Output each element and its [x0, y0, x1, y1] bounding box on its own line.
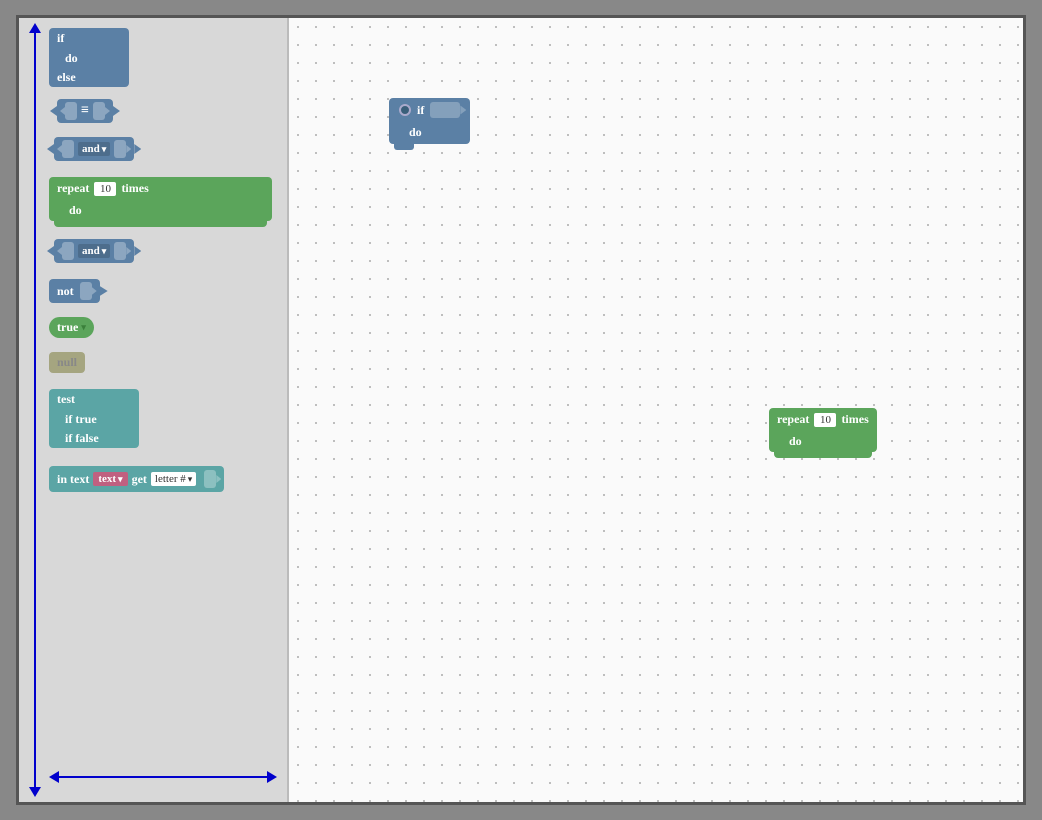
sidebar-test-block[interactable]: test if true if false: [49, 389, 272, 448]
vertical-arrow: [27, 23, 43, 797]
main-container: if do else ≡ and: [16, 15, 1026, 805]
v-arrow-top: [29, 23, 41, 33]
sidebar-and1-block[interactable]: and: [54, 137, 272, 163]
sidebar-repeat-block[interactable]: repeat 10 times do: [49, 177, 272, 221]
test-label: test: [49, 389, 139, 410]
and1-inner: and: [54, 137, 134, 161]
canvas-area[interactable]: if do repeat 10 times: [289, 18, 1023, 802]
test-inner: test if true if false: [49, 389, 139, 448]
sidebar: if do else ≡ and: [19, 18, 289, 802]
in-text-inner: in text text get letter #: [49, 466, 224, 492]
if-label: if: [49, 28, 129, 49]
repeat-do: do: [49, 200, 272, 221]
gear-icon: [399, 104, 411, 116]
and2-inner: and: [54, 239, 134, 263]
canvas-repeat-inner: repeat 10 times do: [769, 408, 877, 452]
h-arrow-right: [267, 771, 277, 783]
else-label: else: [49, 68, 129, 87]
h-arrow-line: [59, 776, 267, 778]
repeat-value[interactable]: 10: [94, 182, 116, 196]
and-dropdown-2[interactable]: and: [78, 244, 110, 258]
do-label: do: [49, 49, 129, 68]
sidebar-in-text-block[interactable]: in text text get letter #: [49, 466, 272, 492]
not-inner: not: [49, 279, 100, 303]
text-dropdown[interactable]: text: [93, 472, 127, 486]
horizontal-arrow: [49, 770, 277, 784]
sidebar-true-block[interactable]: true: [49, 317, 272, 338]
letter-dropdown[interactable]: letter #: [151, 472, 196, 486]
canvas-do-label: do: [409, 125, 422, 139]
sidebar-if-do-else-block[interactable]: if do else: [49, 28, 129, 87]
sidebar-null-block[interactable]: null: [49, 352, 272, 373]
repeat-inner: repeat 10 times do: [49, 177, 272, 221]
canvas-repeat-block[interactable]: repeat 10 times do: [769, 408, 877, 452]
repeat-top: repeat 10 times: [49, 177, 272, 200]
v-arrow-bottom: [29, 787, 41, 797]
sidebar-not-block[interactable]: not: [49, 279, 272, 303]
canvas-if-label: if: [417, 103, 424, 118]
canvas-if-block[interactable]: if do: [389, 98, 470, 144]
if-false-label: if false: [49, 429, 139, 448]
and-dropdown-1[interactable]: and: [78, 142, 110, 156]
sidebar-equals-block[interactable]: ≡: [57, 99, 272, 125]
canvas-repeat-do: do: [769, 431, 877, 452]
h-arrow-left: [49, 771, 59, 783]
sidebar-and2-block[interactable]: and: [54, 239, 272, 265]
equals-inner: ≡: [57, 99, 113, 123]
null-inner: null: [49, 352, 85, 373]
true-inner: true: [49, 317, 94, 338]
canvas-repeat-value[interactable]: 10: [814, 413, 836, 427]
if-true-label: if true: [49, 410, 139, 429]
v-arrow-line: [34, 33, 36, 787]
canvas-repeat-top: repeat 10 times: [769, 408, 877, 431]
